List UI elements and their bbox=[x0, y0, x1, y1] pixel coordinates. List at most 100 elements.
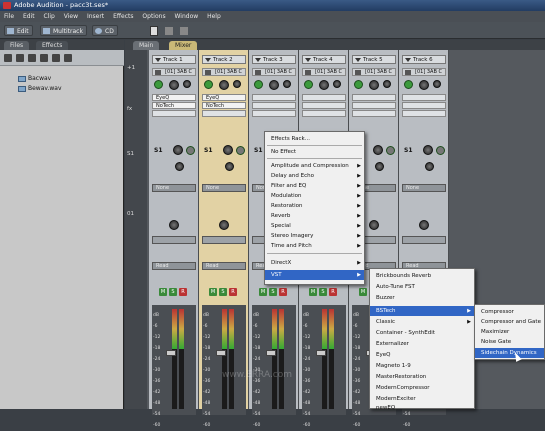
effect-slot[interactable] bbox=[252, 102, 296, 109]
file-item[interactable]: Bewav.wav bbox=[18, 85, 62, 93]
send-bus-dropdown[interactable]: None bbox=[402, 184, 446, 192]
menu-file[interactable]: File bbox=[4, 13, 14, 20]
menu-view[interactable]: View bbox=[64, 13, 78, 20]
menu-item-reverb[interactable]: Reverb ▶ bbox=[265, 211, 364, 221]
eq-knob[interactable] bbox=[369, 220, 379, 230]
volume-knob[interactable] bbox=[333, 80, 341, 88]
import-file-icon[interactable] bbox=[4, 54, 12, 62]
volume-fader-handle[interactable] bbox=[166, 350, 176, 356]
pan-knob[interactable] bbox=[419, 80, 429, 90]
volume-knob[interactable] bbox=[433, 80, 441, 88]
effects-power-icon[interactable] bbox=[204, 80, 213, 89]
send-power-icon[interactable] bbox=[186, 146, 195, 155]
input-selector[interactable]: [01] 3AB C bbox=[152, 68, 196, 76]
send-pan-knob[interactable] bbox=[375, 162, 384, 171]
pan-knob[interactable] bbox=[169, 80, 179, 90]
menu-item-directx[interactable]: DirectX ▶ bbox=[265, 258, 364, 268]
track-name-dropdown[interactable]: Track 2 bbox=[202, 55, 246, 64]
menu-item-maximizer[interactable]: Maximizer bbox=[475, 327, 544, 337]
effect-slot[interactable] bbox=[402, 110, 446, 117]
edit-view-button[interactable]: Edit bbox=[4, 25, 33, 36]
send-power-icon[interactable] bbox=[436, 146, 445, 155]
menu-edit[interactable]: Edit bbox=[23, 13, 35, 20]
volume-fader-handle[interactable] bbox=[316, 350, 326, 356]
volume-fader-handle[interactable] bbox=[266, 350, 276, 356]
insert-file-icon[interactable] bbox=[40, 54, 48, 62]
send-bus-dropdown[interactable]: None bbox=[152, 184, 196, 192]
menu-help[interactable]: Help bbox=[207, 13, 221, 20]
effect-slot[interactable] bbox=[352, 102, 396, 109]
automation-mode-dropdown[interactable]: Read bbox=[152, 262, 196, 270]
menu-insert[interactable]: Insert bbox=[87, 13, 104, 20]
send-level-knob[interactable] bbox=[173, 145, 183, 155]
mute-button[interactable]: M bbox=[209, 288, 217, 296]
menu-item-vst-plugin[interactable]: ModernCompressor bbox=[370, 383, 474, 393]
send-pan-knob[interactable] bbox=[175, 162, 184, 171]
menu-item-vst-plugin[interactable]: EyeQ bbox=[370, 350, 474, 360]
pan-knob[interactable] bbox=[219, 80, 229, 90]
menu-item-vst-plugin[interactable]: Auto-Tune FST bbox=[370, 282, 474, 292]
mute-button[interactable]: M bbox=[259, 288, 267, 296]
eq-button[interactable] bbox=[402, 236, 446, 244]
cd-view-button[interactable]: CD bbox=[92, 25, 118, 36]
record-button[interactable]: R bbox=[279, 288, 287, 296]
send-level-knob[interactable] bbox=[423, 145, 433, 155]
menu-item-vst-plugin[interactable]: Magneto 1-9 bbox=[370, 361, 474, 371]
effect-slot[interactable] bbox=[352, 110, 396, 117]
tab-effects[interactable]: Effects bbox=[36, 41, 69, 50]
volume-knob[interactable] bbox=[233, 80, 241, 88]
menu-item-vst-plugin[interactable]: MasterRestoration bbox=[370, 372, 474, 382]
menu-item-delay[interactable]: Delay and Echo ▶ bbox=[265, 171, 364, 181]
eq-knob[interactable] bbox=[219, 220, 229, 230]
effects-power-icon[interactable] bbox=[254, 80, 263, 89]
pan-knob[interactable] bbox=[269, 80, 279, 90]
record-button[interactable]: R bbox=[329, 288, 337, 296]
volume-knob[interactable] bbox=[183, 80, 191, 88]
menu-item-sidechain-dynamics[interactable]: Sidechain Dynamics bbox=[475, 348, 544, 358]
send-level-knob[interactable] bbox=[373, 145, 383, 155]
effect-slot[interactable]: NoTech bbox=[202, 102, 246, 109]
record-button[interactable]: R bbox=[229, 288, 237, 296]
menu-clip[interactable]: Clip bbox=[44, 13, 55, 20]
menu-item-compressor[interactable]: Compressor bbox=[475, 307, 544, 317]
tab-mixer[interactable]: Mixer bbox=[169, 41, 198, 50]
menu-window[interactable]: Window bbox=[175, 13, 199, 20]
volume-fader-handle[interactable] bbox=[216, 350, 226, 356]
menu-item-restoration[interactable]: Restoration ▶ bbox=[265, 201, 364, 211]
effect-slot[interactable]: NoTech bbox=[152, 102, 196, 109]
menu-item-special[interactable]: Special ▶ bbox=[265, 221, 364, 231]
menu-item-vst-plugin[interactable]: Container - SynthEdit bbox=[370, 328, 474, 338]
menu-item-classic[interactable]: Classic ▶ bbox=[370, 317, 474, 327]
menu-options[interactable]: Options bbox=[142, 13, 165, 20]
send-pan-knob[interactable] bbox=[425, 162, 434, 171]
send-level-knob[interactable] bbox=[223, 145, 233, 155]
eq-knob[interactable] bbox=[419, 220, 429, 230]
effect-slot[interactable] bbox=[202, 110, 246, 117]
send-power-icon[interactable] bbox=[236, 146, 245, 155]
play-file-icon[interactable] bbox=[52, 54, 60, 62]
menu-item-compressor-gate[interactable]: Compressor and Gate bbox=[475, 317, 544, 327]
send-bus-dropdown[interactable]: None bbox=[202, 184, 246, 192]
effect-slot[interactable] bbox=[302, 94, 346, 101]
effect-slot[interactable] bbox=[302, 102, 346, 109]
menu-item-stereo-imagery[interactable]: Stereo Imagery ▶ bbox=[265, 231, 364, 241]
input-selector[interactable]: [01] 3AB C bbox=[402, 68, 446, 76]
input-selector[interactable]: [01] 3AB C bbox=[352, 68, 396, 76]
eq-button[interactable] bbox=[152, 236, 196, 244]
effect-slot[interactable] bbox=[402, 94, 446, 101]
tab-files[interactable]: Files bbox=[4, 41, 30, 50]
multitrack-view-button[interactable]: Multitrack bbox=[40, 25, 87, 36]
menu-item-effects-rack[interactable]: Effects Rack... bbox=[265, 134, 364, 144]
menu-item-bstech[interactable]: BSTech ▶ bbox=[370, 306, 474, 316]
track-name-dropdown[interactable]: Track 3 bbox=[252, 55, 296, 64]
edit-file-icon[interactable] bbox=[28, 54, 36, 62]
menu-item-filter[interactable]: Filter and EQ ▶ bbox=[265, 181, 364, 191]
solo-button[interactable]: S bbox=[169, 288, 177, 296]
mute-button[interactable]: M bbox=[359, 288, 367, 296]
input-selector[interactable]: [01] 3AB C bbox=[252, 68, 296, 76]
menu-item-vst-plugin[interactable]: Externalizer bbox=[370, 339, 474, 349]
effects-power-icon[interactable] bbox=[404, 80, 413, 89]
effects-power-icon[interactable] bbox=[354, 80, 363, 89]
track-name-dropdown[interactable]: Track 4 bbox=[302, 55, 346, 64]
record-button[interactable]: R bbox=[179, 288, 187, 296]
